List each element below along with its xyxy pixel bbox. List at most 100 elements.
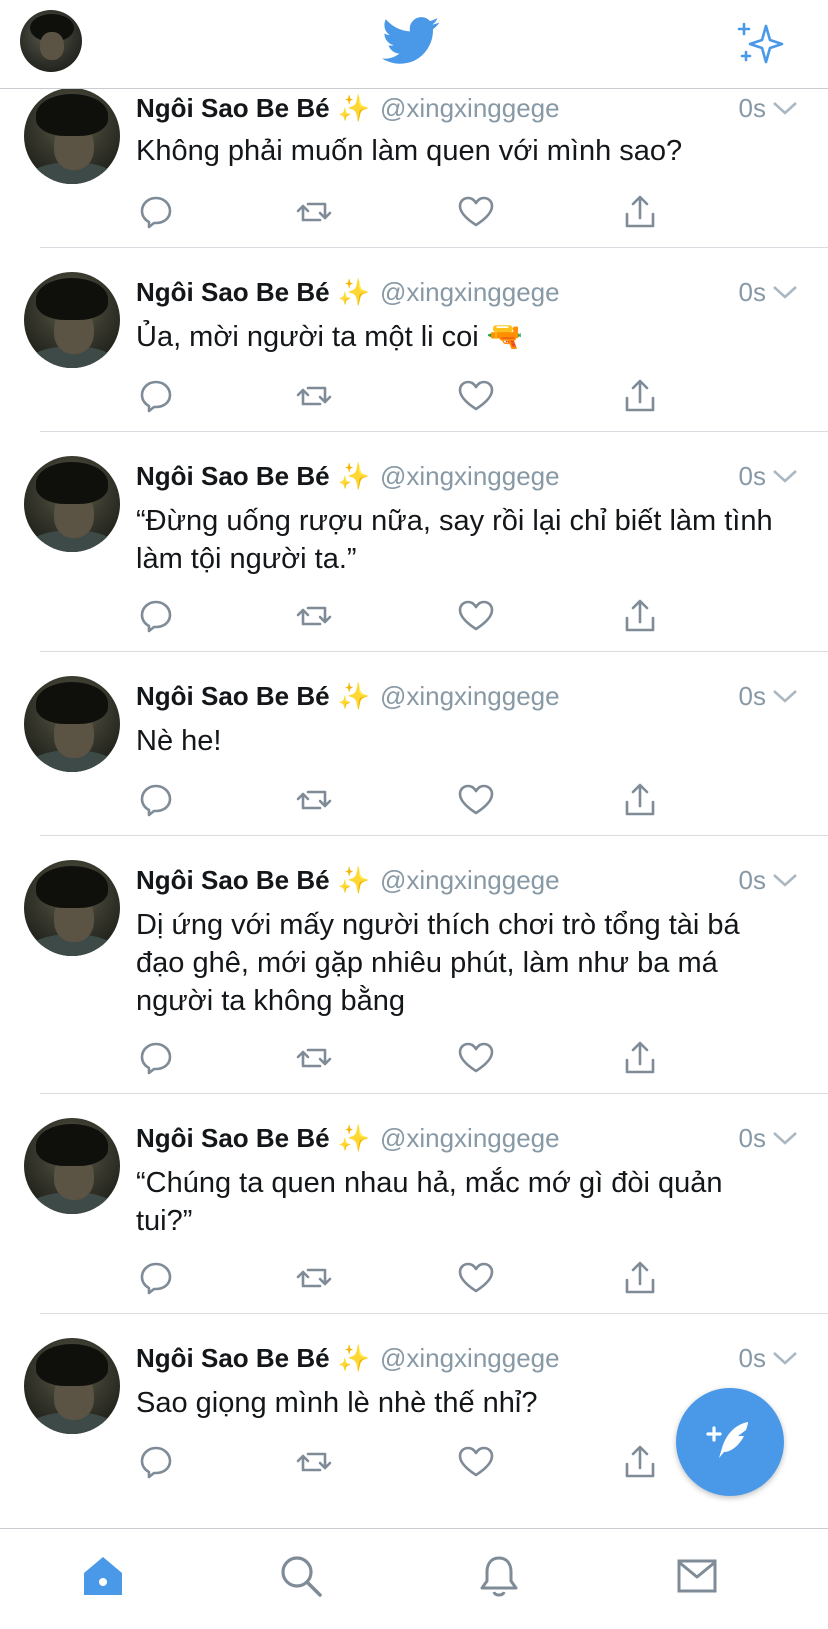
chevron-down-icon[interactable] xyxy=(772,872,798,888)
share-icon[interactable] xyxy=(620,1258,660,1298)
timestamp: 0s xyxy=(738,1343,766,1373)
tweet-actions xyxy=(136,1442,666,1482)
compose-tweet-icon xyxy=(706,1422,748,1458)
display-name[interactable]: Ngôi Sao Be Bé xyxy=(136,865,330,895)
display-name[interactable]: Ngôi Sao Be Bé xyxy=(136,1123,330,1153)
avatar[interactable] xyxy=(24,1118,120,1214)
messages-tab[interactable] xyxy=(672,1551,722,1601)
tweet-actions xyxy=(136,376,666,416)
search-icon xyxy=(281,1556,322,1597)
sparkle-icon[interactable] xyxy=(736,18,788,68)
share-icon[interactable] xyxy=(620,1038,660,1078)
reply-icon[interactable] xyxy=(136,1258,176,1298)
retweet-icon[interactable] xyxy=(294,1258,334,1298)
tweet[interactable]: Ngôi Sao Be Bé ✨ @xingxinggege 0s Dị ứng v… xyxy=(0,836,828,1094)
tweet-text: Dị ứng với mấy người thích chơi trò tổng… xyxy=(136,909,740,1017)
tweet-text: “Chúng ta quen nhau hả, mắc mớ gì đòi qu… xyxy=(136,1167,723,1237)
user-handle[interactable]: @xingxinggege xyxy=(380,277,560,307)
tweet-actions xyxy=(136,1038,666,1078)
tweet[interactable]: Ngôi Sao Be Bé ✨ @xingxinggege 0s Nè he! xyxy=(0,652,828,836)
avatar[interactable] xyxy=(24,860,120,956)
retweet-icon[interactable] xyxy=(294,192,334,232)
user-handle[interactable]: @xingxinggege xyxy=(380,865,560,895)
reply-icon[interactable] xyxy=(136,376,176,416)
tweet[interactable]: Ngôi Sao Be Bé ✨ @xingxinggege 0s “Đừng uố… xyxy=(0,432,828,652)
tweet-text: Không phải muốn làm quen với mình sao? xyxy=(136,135,683,167)
tweet[interactable]: Ngôi Sao Be Bé ✨ @xingxinggege 0s “Chúng t… xyxy=(0,1094,828,1314)
sparkle-emoji: ✨ xyxy=(337,1123,370,1153)
chevron-down-icon[interactable] xyxy=(772,284,798,300)
avatar[interactable] xyxy=(24,88,120,184)
timestamp: 0s xyxy=(738,277,766,307)
reply-icon[interactable] xyxy=(136,596,176,636)
reply-icon[interactable] xyxy=(136,780,176,820)
tweet-text: Nè he! xyxy=(136,725,222,757)
chevron-down-icon[interactable] xyxy=(772,100,798,116)
tweet-actions xyxy=(136,192,666,232)
like-icon[interactable] xyxy=(456,1258,496,1298)
tweet-actions xyxy=(136,1258,666,1298)
retweet-icon[interactable] xyxy=(294,596,334,636)
display-name[interactable]: Ngôi Sao Be Bé xyxy=(136,461,330,491)
like-icon[interactable] xyxy=(456,192,496,232)
timestamp: 0s xyxy=(738,865,766,895)
like-icon[interactable] xyxy=(456,1038,496,1078)
like-icon[interactable] xyxy=(456,780,496,820)
tweet-text: Ủa, mời người ta một li coi 🔫 xyxy=(136,321,523,353)
reply-icon[interactable] xyxy=(136,1442,176,1482)
tweet-actions xyxy=(136,596,666,636)
share-icon[interactable] xyxy=(620,1442,660,1482)
timestamp: 0s xyxy=(738,93,766,123)
avatar[interactable] xyxy=(24,676,120,772)
sparkle-emoji: ✨ xyxy=(337,93,370,123)
user-handle[interactable]: @xingxinggege xyxy=(380,1343,560,1373)
tweet-text: “Đừng uống rượu nữa, say rồi lại chỉ biế… xyxy=(136,505,773,575)
like-icon[interactable] xyxy=(456,1442,496,1482)
avatar[interactable] xyxy=(24,272,120,368)
sparkle-emoji: ✨ xyxy=(337,277,370,307)
twitter-bird-icon xyxy=(382,17,440,64)
share-icon[interactable] xyxy=(620,780,660,820)
display-name[interactable]: Ngôi Sao Be Bé xyxy=(136,93,330,123)
chevron-down-icon[interactable] xyxy=(772,1130,798,1146)
like-icon[interactable] xyxy=(456,376,496,416)
avatar[interactable] xyxy=(24,1338,120,1434)
tweet-actions xyxy=(136,780,666,820)
avatar[interactable] xyxy=(24,456,120,552)
home-tab[interactable] xyxy=(78,1551,128,1601)
share-icon[interactable] xyxy=(620,192,660,232)
like-icon[interactable] xyxy=(456,596,496,636)
retweet-icon[interactable] xyxy=(294,1442,334,1482)
top-bar xyxy=(0,0,828,89)
user-handle[interactable]: @xingxinggege xyxy=(380,681,560,711)
retweet-icon[interactable] xyxy=(294,1038,334,1078)
sparkle-emoji: ✨ xyxy=(337,461,370,491)
user-handle[interactable]: @xingxinggege xyxy=(380,461,560,491)
timestamp: 0s xyxy=(738,461,766,491)
retweet-icon[interactable] xyxy=(294,376,334,416)
notifications-tab[interactable] xyxy=(474,1551,524,1601)
display-name[interactable]: Ngôi Sao Be Bé xyxy=(136,1343,330,1373)
tweet[interactable]: Ngôi Sao Be Bé ✨ @xingxinggege 0s Không ph… xyxy=(0,88,828,248)
tweet[interactable]: Ngôi Sao Be Bé ✨ @xingxinggege 0s Ủa, mời … xyxy=(0,248,828,432)
share-icon[interactable] xyxy=(620,596,660,636)
display-name[interactable]: Ngôi Sao Be Bé xyxy=(136,277,330,307)
chevron-down-icon[interactable] xyxy=(772,688,798,704)
bottom-tab-bar xyxy=(0,1528,828,1629)
sparkle-emoji: ✨ xyxy=(337,1343,370,1373)
user-handle[interactable]: @xingxinggege xyxy=(380,93,560,123)
display-name[interactable]: Ngôi Sao Be Bé xyxy=(136,681,330,711)
reply-icon[interactable] xyxy=(136,1038,176,1078)
profile-avatar[interactable] xyxy=(20,10,82,72)
user-handle[interactable]: @xingxinggege xyxy=(380,1123,560,1153)
sparkle-emoji: ✨ xyxy=(337,681,370,711)
reply-icon[interactable] xyxy=(136,192,176,232)
chevron-down-icon[interactable] xyxy=(772,468,798,484)
chevron-down-icon[interactable] xyxy=(772,1350,798,1366)
notifications-icon xyxy=(480,1556,518,1597)
search-tab[interactable] xyxy=(276,1551,326,1601)
compose-tweet-button[interactable] xyxy=(676,1388,784,1496)
retweet-icon[interactable] xyxy=(294,780,334,820)
share-icon[interactable] xyxy=(620,376,660,416)
home-icon xyxy=(84,1557,122,1595)
